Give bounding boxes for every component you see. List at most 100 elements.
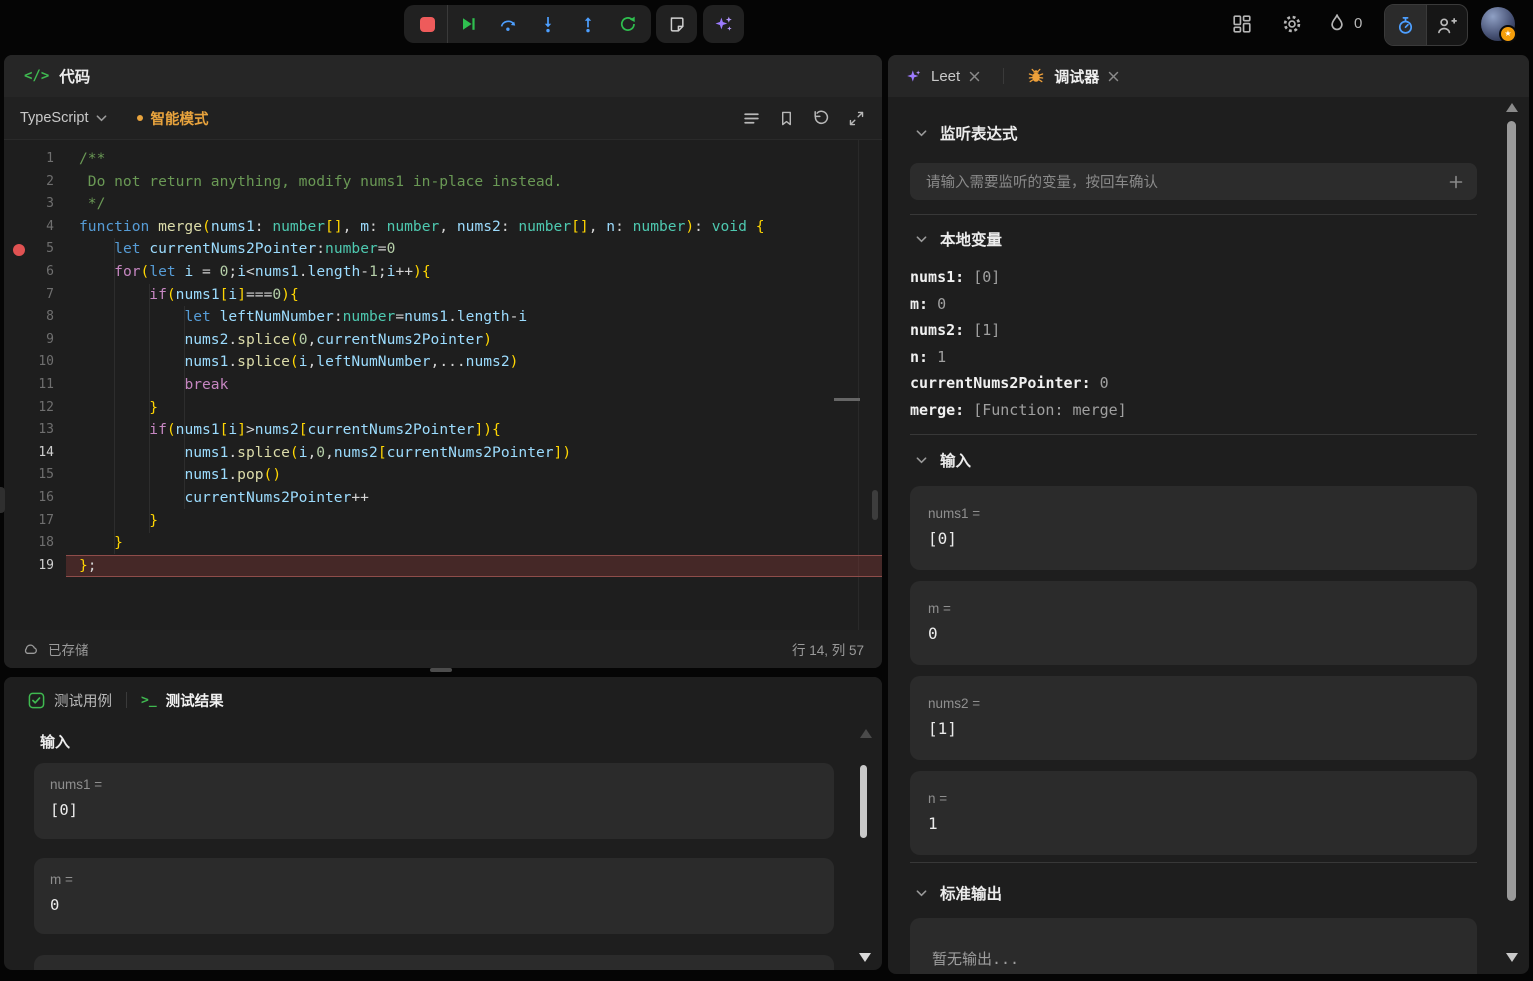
local-variable-row[interactable]: nums2:[1] [910,317,1127,344]
restart-button[interactable] [608,5,648,43]
code-line[interactable]: 3 */ [4,193,882,216]
field-value: 0 [928,624,1459,643]
debugger-scrollbar[interactable] [1507,121,1516,901]
close-icon[interactable] [969,71,980,82]
avatar[interactable]: ★ [1481,7,1515,41]
watch-expression-input[interactable]: 请输入需要监听的变量，按回车确认 [910,163,1477,200]
editor-gutter[interactable]: 3 [4,193,66,216]
settings-button[interactable] [1281,13,1303,35]
inputs-section-header[interactable]: 输入 [916,447,971,473]
layout-grid-button[interactable] [1231,13,1253,35]
code-line[interactable]: 7 if(nums1[i]===0){ [4,284,882,307]
continue-button[interactable] [448,5,488,43]
panel-resize-handle[interactable] [430,668,452,672]
input-field-card[interactable]: m =0 [34,858,834,934]
code-line[interactable]: 9 nums2.splice(0,currentNums2Pointer) [4,329,882,352]
code-line[interactable]: 11 break [4,374,882,397]
scroll-up-icon[interactable] [1506,103,1518,112]
scroll-down-icon[interactable] [859,953,871,962]
line-number: 10 [4,351,66,374]
editor-gutter[interactable]: 4 [4,216,66,239]
step-over-button[interactable] [488,5,528,43]
collapsed-sidebar-handle[interactable] [0,487,5,513]
note-button[interactable] [656,5,697,43]
tab-test-results[interactable]: >_ 测试结果 [141,690,224,711]
editor-gutter[interactable]: 18 [4,532,66,555]
code-line[interactable]: 16 currentNums2Pointer++ [4,487,882,510]
code-line[interactable]: 8 let leftNumNumber:number=nums1.length-… [4,306,882,329]
code-line[interactable]: 2 Do not return anything, modify nums1 i… [4,171,882,194]
editor-gutter[interactable]: 12 [4,397,66,420]
test-field-card-partial[interactable] [34,955,834,970]
code-editor[interactable]: 1/**2 Do not return anything, modify num… [4,140,882,630]
step-into-button[interactable] [528,5,568,43]
code-line[interactable]: 10 nums1.splice(i,leftNumNumber,...nums2… [4,351,882,374]
editor-gutter[interactable]: 7 [4,284,66,307]
local-variable-row[interactable]: m:0 [910,291,1127,318]
watch-section-header[interactable]: 监听表达式 [916,120,1018,146]
input-field-card[interactable]: m =0 [910,581,1477,665]
tab-debugger[interactable]: 调试器 [1054,66,1099,87]
format-button[interactable] [741,108,761,128]
code-line[interactable]: 19}; [4,555,882,578]
scroll-up-icon[interactable] [860,729,872,738]
reset-code-button[interactable] [811,108,831,128]
invite-button[interactable] [1427,5,1467,45]
editor-gutter[interactable]: 8 [4,306,66,329]
code-line[interactable]: 1/** [4,148,882,171]
tab-test-cases[interactable]: 测试用例 [28,690,112,711]
locals-section-header[interactable]: 本地变量 [916,226,1002,252]
editor-gutter[interactable]: 16 [4,487,66,510]
scroll-down-icon[interactable] [1506,953,1518,962]
smart-mode-toggle[interactable]: 智能模式 [137,108,209,129]
expand-button[interactable] [846,108,866,128]
chevron-down-icon [96,114,107,123]
code-line[interactable]: 5 let currentNums2Pointer:number=0 [4,238,882,261]
input-field-card[interactable]: nums1 =[0] [34,763,834,839]
timer-button[interactable] [1385,5,1427,45]
local-variable-row[interactable]: nums1:[0] [910,264,1127,291]
editor-gutter[interactable]: 19 [4,555,66,578]
code-line[interactable]: 18 } [4,532,882,555]
editor-gutter[interactable]: 17 [4,510,66,533]
code-line[interactable]: 15 nums1.pop() [4,464,882,487]
ai-assistant-button[interactable] [703,5,744,43]
close-icon[interactable] [1108,71,1119,82]
stdout-section-header[interactable]: 标准输出 [916,880,1002,906]
field-label: nums2 = [928,696,1459,711]
editor-gutter[interactable]: 5 [4,238,66,261]
local-variable-row[interactable]: n:1 [910,344,1127,371]
code-line[interactable]: 6 for(let i = 0;i<nums1.length-1;i++){ [4,261,882,284]
input-field-card[interactable]: nums1 =[0] [910,486,1477,570]
input-field-card[interactable]: n =1 [910,771,1477,855]
test-scrollbar[interactable] [860,765,867,838]
editor-gutter[interactable]: 14 [4,442,66,465]
editor-gutter[interactable]: 1 [4,148,66,171]
editor-gutter[interactable]: 13 [4,419,66,442]
plus-icon[interactable] [1449,175,1463,189]
editor-gutter[interactable]: 2 [4,171,66,194]
stop-button[interactable] [407,5,447,43]
editor-gutter[interactable]: 15 [4,464,66,487]
editor-gutter[interactable]: 9 [4,329,66,352]
variable-value: [0] [973,268,1000,286]
code-line[interactable]: 12 } [4,397,882,420]
code-line[interactable]: 13 if(nums1[i]>nums2[currentNums2Pointer… [4,419,882,442]
local-variable-row[interactable]: currentNums2Pointer:0 [910,370,1127,397]
code-line[interactable]: 14 nums1.splice(i,0,nums2[currentNums2Po… [4,442,882,465]
breakpoint-icon[interactable] [13,244,25,256]
editor-gutter[interactable]: 6 [4,261,66,284]
tab-leet[interactable]: Leet [931,68,960,85]
streak-indicator[interactable]: 0 [1327,12,1362,34]
editor-gutter[interactable]: 11 [4,374,66,397]
local-variable-row[interactable]: merge:[Function: merge] [910,397,1127,424]
language-select[interactable]: TypeScript [20,110,107,126]
step-out-button[interactable] [568,5,608,43]
line-number: 17 [4,510,66,533]
editor-gutter[interactable]: 10 [4,351,66,374]
code-line[interactable]: 4function merge(nums1: number[], m: numb… [4,216,882,239]
top-bar: 0 ★ [0,0,1533,50]
code-line[interactable]: 17 } [4,510,882,533]
input-field-card[interactable]: nums2 =[1] [910,676,1477,760]
bookmark-button[interactable] [776,108,796,128]
